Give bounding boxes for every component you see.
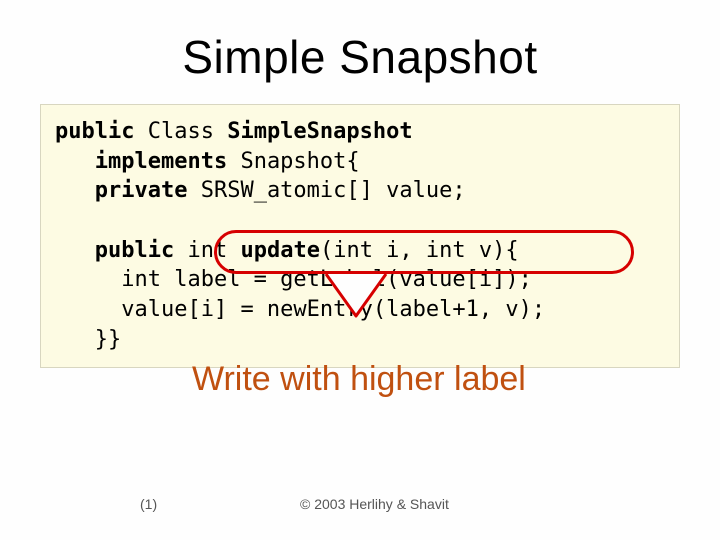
code-block: public Class SimpleSnapshot implements S…: [40, 104, 680, 368]
code-text: Snapshot{: [227, 149, 359, 174]
slide-title: Simple Snapshot: [40, 30, 680, 84]
slide-number: (1): [140, 496, 157, 512]
class-name: SimpleSnapshot: [227, 119, 412, 144]
callout-caption: Write with higher label: [192, 360, 526, 399]
code-text: Class: [134, 119, 227, 144]
code-text: SRSW_atomic[] value;: [187, 178, 465, 203]
code-text: int: [174, 238, 240, 263]
code-line: int label = getLabel(value[i]);: [121, 267, 532, 292]
code-line: }}: [95, 327, 122, 352]
code-text: (int i, int v){: [320, 238, 519, 263]
copyright: © 2003 Herlihy & Shavit: [300, 496, 449, 512]
keyword-private: private: [95, 178, 188, 203]
method-name: update: [240, 238, 319, 263]
slide: Simple Snapshot public Class SimpleSnaps…: [0, 0, 720, 540]
code-line: value[i] = newEntry(label+1, v);: [121, 297, 545, 322]
keyword-public: public: [95, 238, 174, 263]
keyword-public: public: [55, 119, 134, 144]
keyword-implements: implements: [95, 149, 227, 174]
